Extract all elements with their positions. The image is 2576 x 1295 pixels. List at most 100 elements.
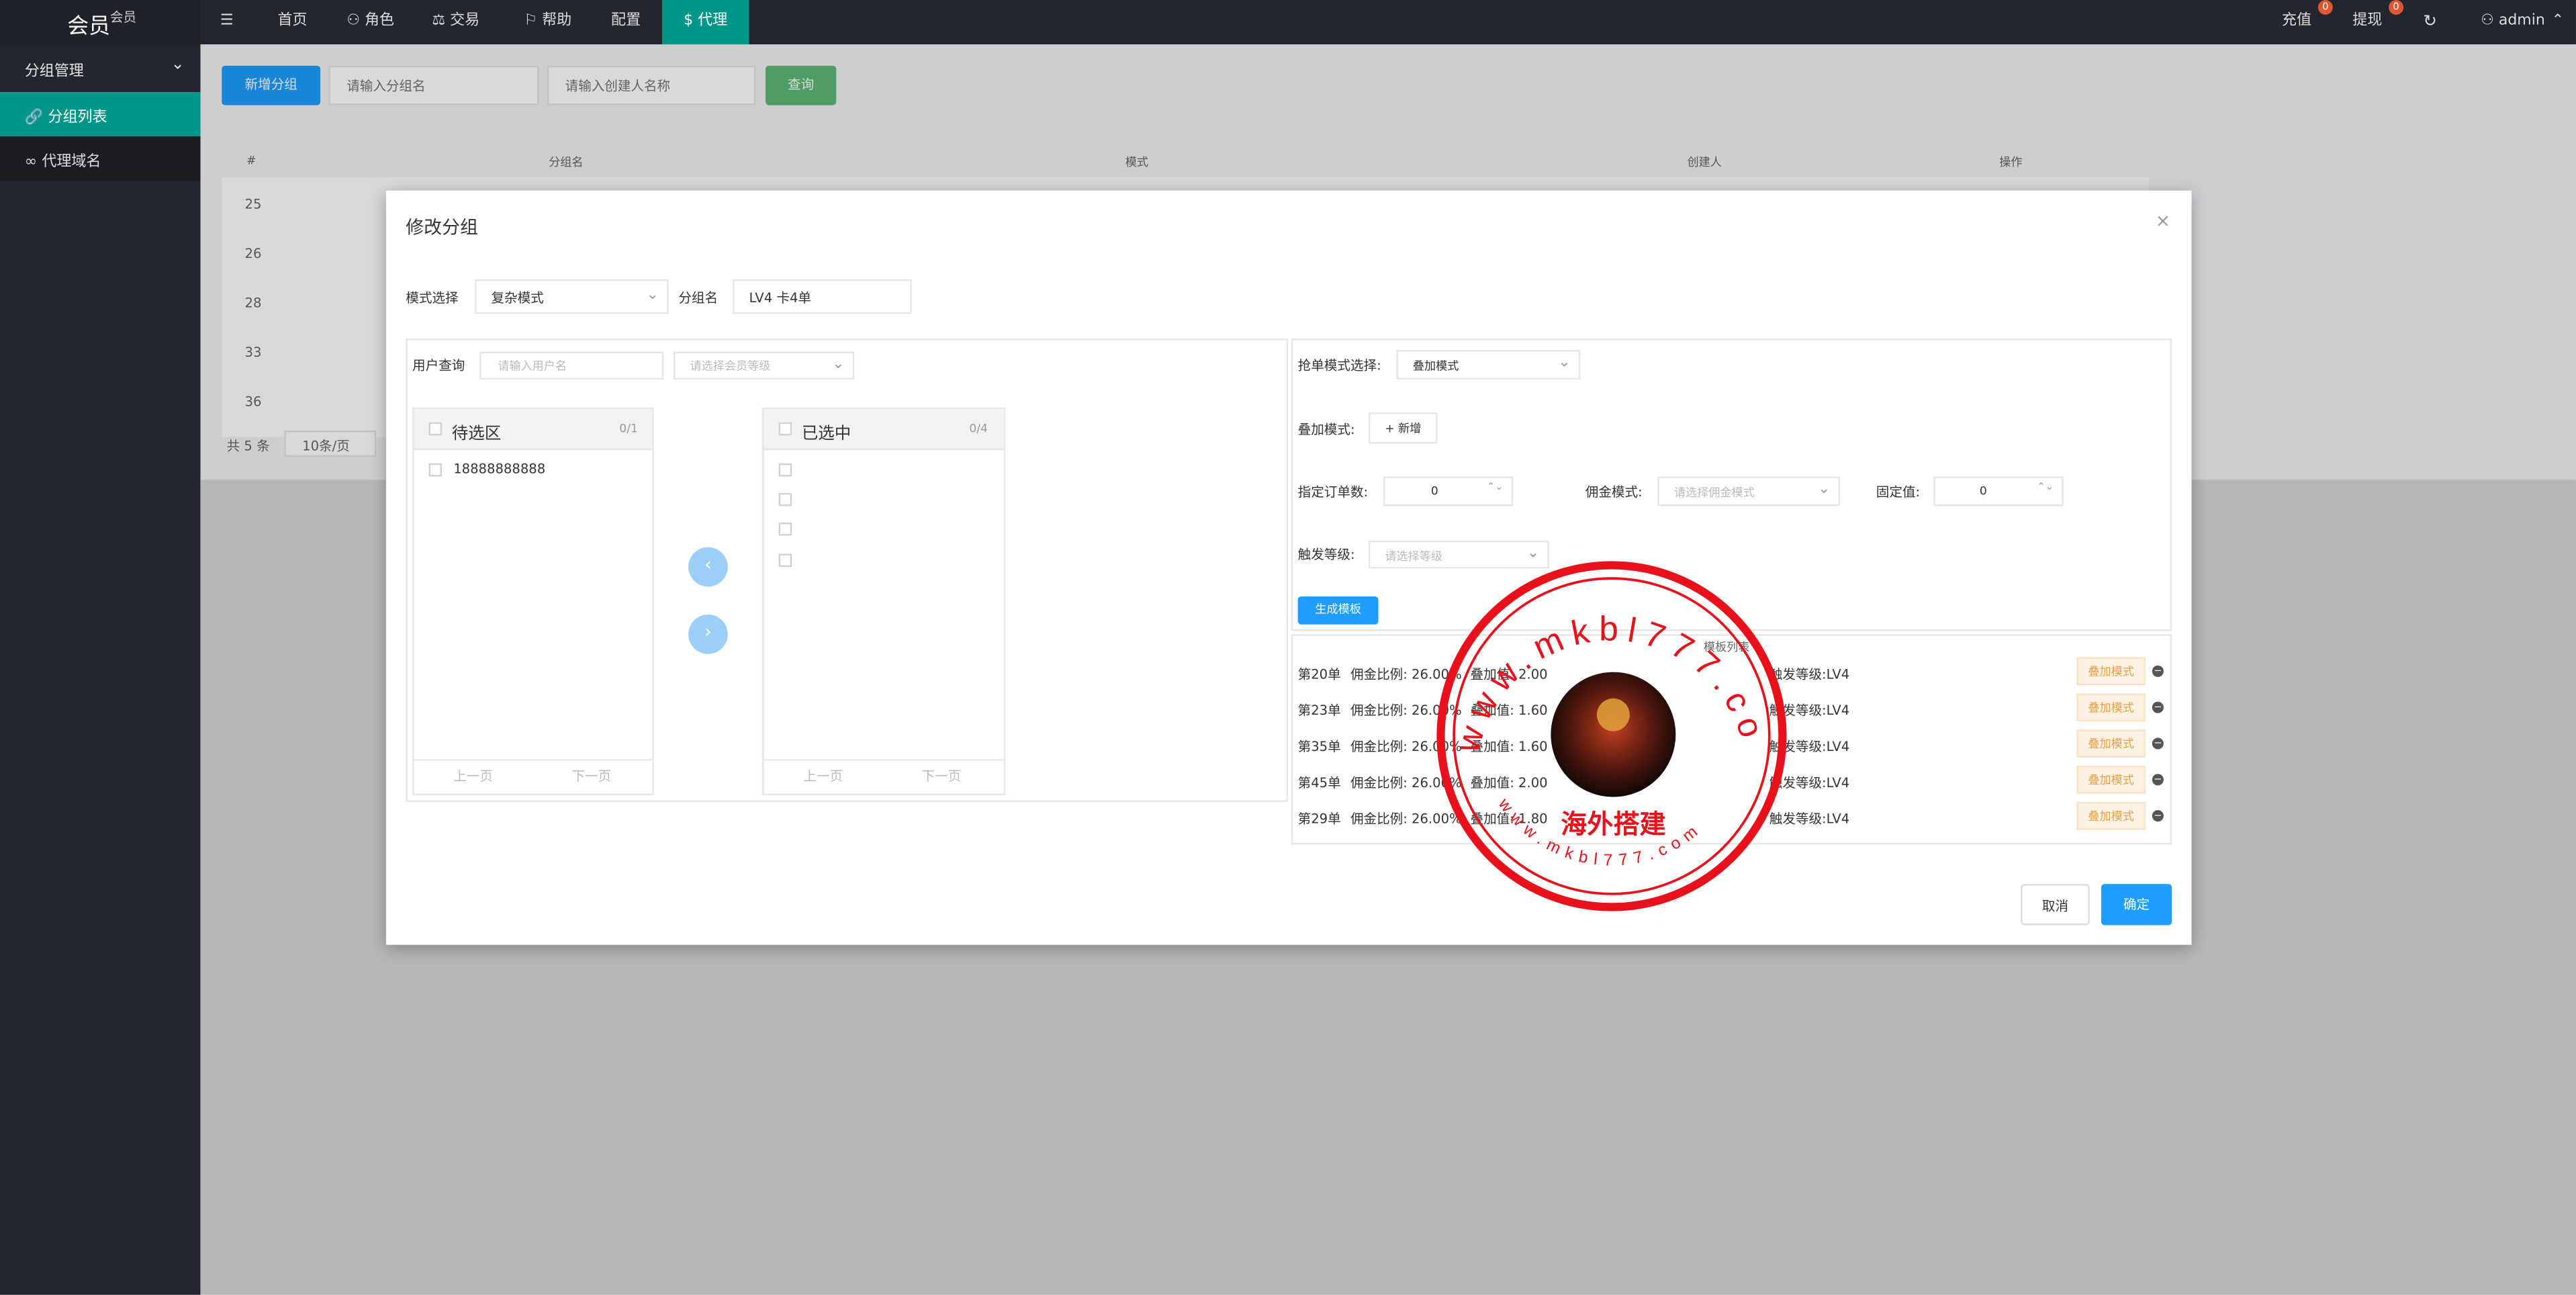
stamp-center-text: 海外搭建 [1561, 809, 1666, 840]
commission-mode-select[interactable]: 请选择佣金模式 ⌄ [1657, 476, 1840, 506]
selected-count: 0/4 [969, 422, 988, 436]
order-count-label: 指定订单数: [1297, 484, 1369, 500]
nav-label: 代理 [698, 13, 728, 30]
nav-agent[interactable]: $ 代理 [661, 0, 749, 45]
nav-recharge[interactable]: 充值 [2282, 0, 2311, 44]
app-subtitle: 会员 [109, 9, 137, 25]
commission-mode-label: 佣金模式: [1585, 484, 1643, 500]
group-name-label: 分组名 [678, 291, 719, 306]
grab-mode-value: 叠加模式 [1412, 359, 1459, 373]
user-icon: ⚇ [347, 13, 365, 30]
grab-mode-select[interactable]: 叠加模式 ⌄ [1396, 350, 1581, 380]
chevron-down-icon: ⌄ [1817, 481, 1831, 498]
order-count-input[interactable]: 0 ⌃⌄ [1383, 476, 1514, 506]
selected-next-page[interactable]: 下一页 [921, 767, 961, 785]
move-right-button[interactable]: › [688, 614, 728, 654]
remove-template-icon[interactable]: − [2152, 810, 2164, 822]
mode-select[interactable]: 复杂模式 ⌄ [475, 279, 669, 314]
sidebar-item-agent-domain[interactable]: ∞ 代理域名 [0, 136, 201, 181]
template-order: 第35单 [1297, 739, 1341, 754]
template-mode-tag[interactable]: 叠加模式 [2076, 801, 2146, 830]
nav-label: 帮助 [542, 13, 572, 30]
refresh-icon[interactable]: ↻ [2423, 0, 2437, 44]
remove-template-icon[interactable]: − [2152, 701, 2164, 713]
selected-item-checkbox[interactable] [778, 463, 792, 477]
nav-trade[interactable]: ⚖ 交易 [432, 0, 479, 44]
nav-role[interactable]: ⚇ 角色 [347, 0, 394, 44]
sidebar-item-group-list[interactable]: 🔗 分组列表 [0, 91, 201, 137]
nav-label: 首页 [277, 13, 308, 30]
app-title: 会员 [67, 15, 110, 40]
candidate-item[interactable]: 18888888888 [453, 461, 545, 476]
candidate-item-checkbox[interactable] [428, 463, 443, 477]
stamp-emblem-icon [1551, 672, 1676, 797]
template-mode-tag[interactable]: 叠加模式 [2076, 766, 2146, 794]
chevron-down-icon: ⌄ [831, 355, 845, 373]
sidebar-group-label: 分组管理 [24, 64, 84, 81]
candidate-panel-header [414, 409, 653, 451]
confirm-button[interactable]: 确定 [2101, 884, 2172, 926]
move-left-button[interactable]: ‹ [688, 547, 728, 587]
member-level-select[interactable]: 请选择会员等级 ⌄ [674, 351, 855, 380]
username-search-input[interactable]: 请输入用户名 [479, 351, 664, 380]
order-count-value: 0 [1430, 484, 1438, 498]
nav-label: 交易 [450, 13, 480, 30]
fixed-value-value: 0 [1979, 484, 1987, 498]
modal-title: 修改分组 [406, 216, 478, 238]
candidate-select-all-checkbox[interactable] [428, 422, 443, 436]
stepper-icon[interactable]: ⌃⌄ [1487, 482, 1504, 493]
chevron-right-icon: › [704, 621, 712, 643]
chevron-down-icon: ⌄ [646, 286, 659, 304]
selected-panel [762, 407, 1006, 796]
remove-template-icon[interactable]: − [2152, 738, 2164, 750]
template-mode-tag[interactable]: 叠加模式 [2076, 657, 2146, 686]
menu-toggle-icon[interactable]: ☰ [220, 0, 243, 44]
group-name-value: LV4 卡4单 [749, 291, 811, 306]
template-mode-tag[interactable]: 叠加模式 [2076, 729, 2146, 758]
sidebar [0, 0, 201, 1295]
selected-prev-page[interactable]: 上一页 [803, 767, 843, 785]
cancel-button[interactable]: 取消 [2021, 884, 2090, 926]
fixed-value-label: 固定值: [1876, 484, 1921, 500]
nav-label: 充值 [2282, 13, 2312, 30]
stepper-icon[interactable]: ⌃⌄ [2037, 482, 2054, 493]
user-menu[interactable]: ⚇ admin ⌃ [2481, 0, 2564, 44]
commission-mode-placeholder: 请选择佣金模式 [1673, 486, 1755, 500]
sidebar-item-label: 分组列表 [48, 109, 107, 127]
recharge-badge: 0 [2317, 0, 2333, 15]
mode-value: 复杂模式 [491, 291, 544, 306]
user-query-label: 用户查询 [412, 358, 465, 373]
generate-template-button[interactable]: 生成模板 [1297, 596, 1379, 625]
group-name-field[interactable]: LV4 卡4单 [733, 279, 912, 314]
template-order: 第23单 [1297, 703, 1341, 719]
nav-home[interactable]: 首页 [277, 0, 307, 44]
template-order: 第20单 [1297, 667, 1341, 682]
nav-config[interactable]: 配置 [611, 0, 641, 44]
chevron-up-icon: ⌃ [2551, 13, 2565, 30]
remove-template-icon[interactable]: − [2152, 774, 2164, 786]
nav-help[interactable]: ⚐ 帮助 [524, 0, 571, 44]
app-logo: 会员 会员 [0, 0, 201, 45]
candidate-next-page[interactable]: 下一页 [571, 767, 611, 785]
stamp-emblem-crown [1596, 698, 1630, 731]
sidebar-group-group-manage[interactable]: 分组管理 ⌄ [0, 49, 200, 89]
chevron-left-icon: ‹ [704, 553, 712, 576]
flag-icon: ⚐ [524, 13, 543, 30]
candidate-prev-page[interactable]: 上一页 [453, 767, 493, 785]
link-icon: 🔗 [24, 109, 44, 127]
close-icon[interactable]: × [2156, 210, 2171, 232]
candidate-panel-title: 待选区 [451, 425, 502, 444]
selected-select-all-checkbox[interactable] [778, 422, 792, 436]
selected-item-checkbox[interactable] [778, 522, 792, 536]
nav-label: 提现 [2352, 13, 2383, 30]
infinity-icon: ∞ [24, 154, 38, 171]
nav-withdraw[interactable]: 提现 [2352, 0, 2382, 44]
selected-item-checkbox[interactable] [778, 553, 792, 568]
selected-item-checkbox[interactable] [778, 492, 792, 506]
template-mode-tag[interactable]: 叠加模式 [2076, 693, 2146, 721]
fixed-value-input[interactable]: 0 ⌃⌄ [1933, 476, 2064, 506]
add-stack-button[interactable]: + 新增 [1368, 412, 1438, 444]
remove-template-icon[interactable]: − [2152, 665, 2164, 677]
candidate-count: 0/1 [619, 422, 638, 436]
user-name: admin [2498, 13, 2545, 30]
